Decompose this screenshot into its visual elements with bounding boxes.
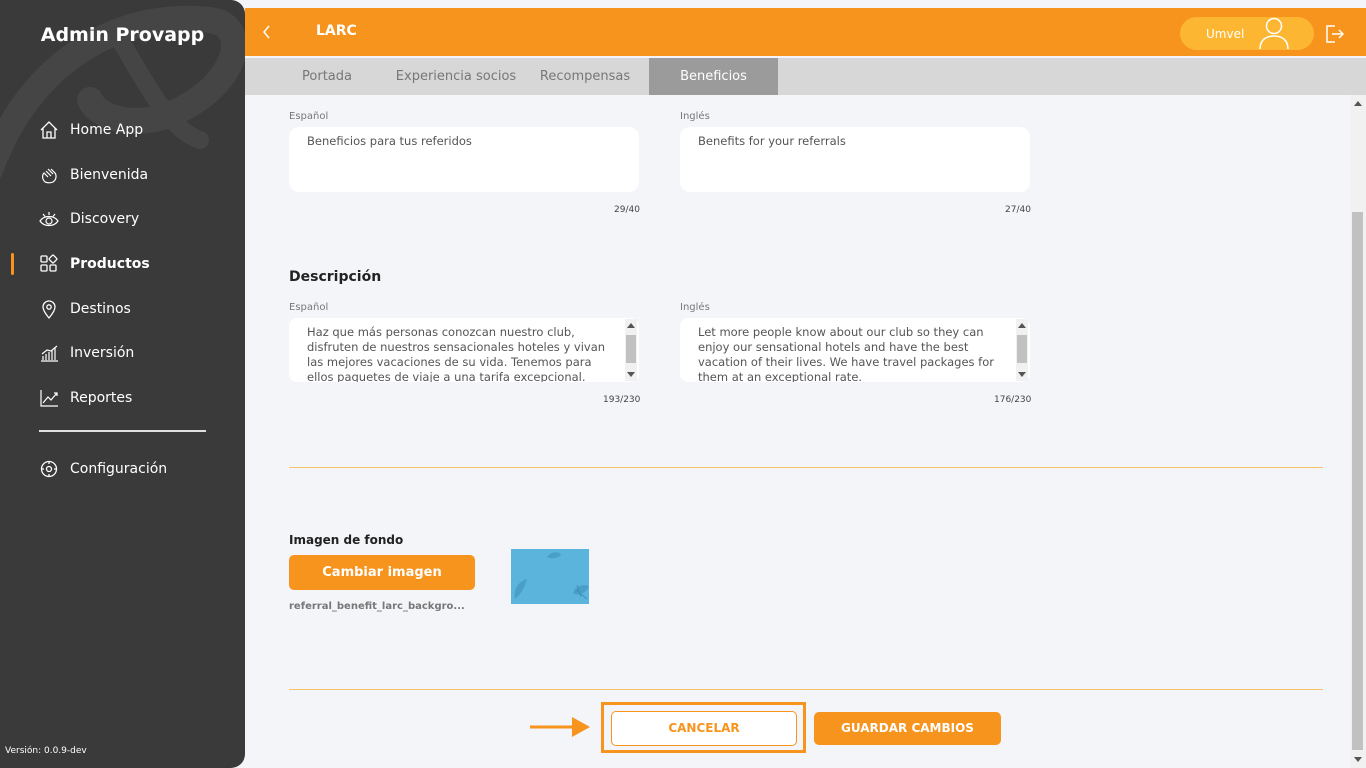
- home-icon: [38, 119, 60, 141]
- sidebar-item-label: Configuración: [70, 461, 168, 478]
- sidebar-item-label: Home App: [70, 122, 144, 139]
- user-menu-button[interactable]: Umvel: [1180, 17, 1314, 50]
- app-title: Admin Provapp: [40, 24, 205, 46]
- title-es-counter: 29/40: [614, 205, 640, 215]
- background-image-label: Imagen de fondo: [289, 533, 404, 547]
- description-en-label: Inglés: [680, 302, 710, 313]
- location-pin-icon: [38, 298, 60, 320]
- app-root: Admin Provapp Home App Bienvenida Discov…: [0, 0, 1366, 768]
- scroll-up-icon[interactable]: [1354, 101, 1362, 106]
- sidebar-item-destinos[interactable]: Destinos: [0, 286, 245, 331]
- sidebar-item-productos[interactable]: Productos: [0, 242, 245, 287]
- description-es-textarea[interactable]: Haz que más personas conozcan nuestro cl…: [289, 318, 639, 382]
- description-es-label: Español: [289, 302, 329, 313]
- sidebar-config: Configuración: [0, 447, 245, 492]
- leaf-pattern-image: [514, 552, 589, 600]
- footer-divider: [289, 689, 1323, 690]
- top-spacer: [245, 0, 1366, 8]
- title-es-label: Español: [289, 111, 329, 122]
- sidebar-item-label: Discovery: [70, 211, 140, 228]
- section-divider: [289, 467, 1323, 468]
- sidebar-item-label: Destinos: [70, 300, 131, 317]
- sidebar-item-inversion[interactable]: Inversión: [0, 331, 245, 376]
- sidebar-item-home-app[interactable]: Home App: [0, 108, 245, 153]
- sidebar-item-reportes[interactable]: Reportes: [0, 376, 245, 421]
- wave-hand-icon: [38, 164, 60, 186]
- sidebar-item-label: Reportes: [70, 389, 133, 406]
- tab-experiencia-socios[interactable]: Experiencia socios: [393, 58, 519, 95]
- cancel-button[interactable]: CANCELAR: [611, 711, 797, 746]
- description-en-textarea[interactable]: Let more people know about our club so t…: [680, 318, 1030, 382]
- brand-name: LARC: [316, 23, 357, 39]
- background-image-thumbnail: [511, 549, 589, 604]
- header-bar: LARC Umvel: [245, 8, 1366, 56]
- grid-icon: [38, 253, 60, 275]
- scroll-thumb[interactable]: [1352, 212, 1363, 750]
- description-es-scrollbar[interactable]: [625, 319, 637, 381]
- user-name: Umvel: [1206, 27, 1245, 41]
- sidebar-divider: [39, 430, 206, 432]
- save-changes-button[interactable]: GUARDAR CAMBIOS: [814, 712, 1001, 745]
- line-chart-icon: [38, 387, 60, 409]
- image-filename: referral_benefit_larc_backgro...: [289, 601, 465, 612]
- description-en-scrollbar[interactable]: [1016, 319, 1028, 381]
- title-en-input[interactable]: Benefits for your referrals: [680, 127, 1030, 192]
- sidebar-item-label: Inversión: [70, 345, 135, 362]
- sidebar-item-label: Bienvenida: [70, 166, 149, 183]
- bar-chart-icon: [38, 342, 60, 364]
- sidebar-item-label: Productos: [70, 256, 150, 273]
- tab-beneficios[interactable]: Beneficios: [649, 58, 778, 95]
- gear-icon: [38, 458, 60, 480]
- description-heading: Descripción: [289, 269, 382, 285]
- annotation-arrow-icon: [530, 715, 592, 743]
- sidebar: Admin Provapp Home App Bienvenida Discov…: [0, 0, 245, 768]
- title-en-counter: 27/40: [1005, 205, 1031, 215]
- logout-icon[interactable]: [1323, 23, 1345, 49]
- change-image-button[interactable]: Cambiar imagen: [289, 555, 475, 590]
- tab-portada[interactable]: Portada: [275, 58, 379, 95]
- sidebar-item-configuracion[interactable]: Configuración: [0, 447, 245, 492]
- sidebar-nav: Home App Bienvenida Discovery Productos: [0, 108, 245, 420]
- version-label: Versión: 0.0.9-dev: [5, 746, 87, 756]
- eye-icon: [38, 208, 60, 230]
- tab-recompensas[interactable]: Recompensas: [535, 58, 635, 95]
- description-en-counter: 176/230: [994, 395, 1032, 405]
- description-es-counter: 193/230: [603, 395, 641, 405]
- sidebar-item-bienvenida[interactable]: Bienvenida: [0, 153, 245, 198]
- title-en-label: Inglés: [680, 111, 710, 122]
- tab-bar: Portada Experiencia socios Recompensas B…: [245, 58, 1366, 95]
- user-avatar-icon: [1256, 16, 1292, 54]
- back-chevron-icon[interactable]: [259, 22, 275, 42]
- page-scrollbar[interactable]: [1350, 95, 1366, 768]
- scroll-down-icon[interactable]: [1354, 757, 1362, 762]
- title-es-input[interactable]: Beneficios para tus referidos: [289, 127, 639, 192]
- sidebar-item-discovery[interactable]: Discovery: [0, 197, 245, 242]
